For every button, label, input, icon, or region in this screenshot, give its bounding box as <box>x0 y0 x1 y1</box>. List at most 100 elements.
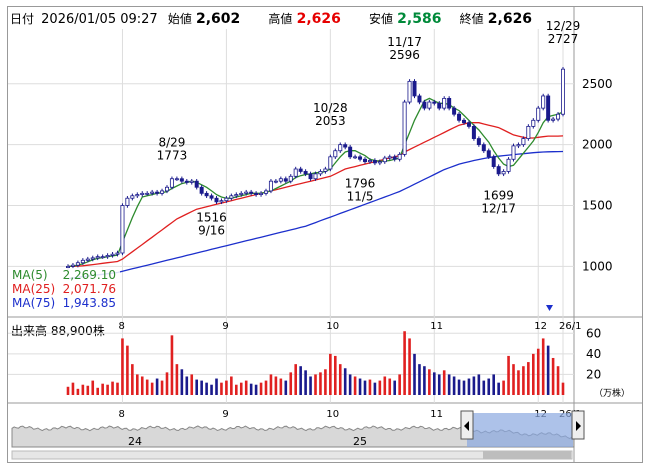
candle-body <box>219 200 224 203</box>
volume-bar <box>507 355 510 395</box>
candle-body <box>214 197 219 203</box>
volume-bar <box>190 374 194 395</box>
y-tick-label: 2000 <box>582 138 613 152</box>
candle-body <box>204 192 209 197</box>
annotation-value: 2596 <box>389 48 420 62</box>
candle-body <box>471 125 476 139</box>
volume-bar <box>348 374 352 395</box>
candle-body <box>145 192 150 195</box>
candle-body <box>80 259 85 264</box>
volume-bar <box>467 378 471 395</box>
candle-body <box>506 158 511 172</box>
candle-body <box>437 102 442 109</box>
candle-body <box>343 144 348 148</box>
candle-body <box>402 101 407 155</box>
candle-body <box>224 197 229 202</box>
candle-body <box>110 253 115 256</box>
volume-bar <box>195 379 198 395</box>
candle-body <box>546 95 551 121</box>
candle-body <box>407 80 412 103</box>
volume-bar <box>497 382 500 395</box>
candle-body <box>382 157 387 163</box>
candle-body <box>303 171 308 175</box>
x-tick-label: 11 <box>430 321 443 332</box>
candle-body <box>338 144 343 152</box>
volume-bar <box>185 376 189 395</box>
volume-bar <box>338 364 342 395</box>
volume-bar <box>393 380 396 395</box>
candle-body <box>209 195 214 199</box>
candle-body <box>551 118 556 121</box>
candle-body <box>353 156 358 159</box>
volume-x-tick-label: 11 <box>430 409 443 420</box>
candle-body <box>273 180 278 183</box>
volume-bar <box>235 384 238 395</box>
chart-frame: 日付 2026/01/05 09:27 始値 2,602 高値 2,626 安値… <box>7 6 643 463</box>
volume-bar <box>437 374 441 395</box>
candle-body <box>466 122 471 127</box>
volume-bar <box>205 382 208 395</box>
volume-bar <box>136 374 139 395</box>
candle-body <box>283 178 288 182</box>
candle-body <box>556 113 561 120</box>
x-tick-label: 8 <box>118 321 124 332</box>
candle-body <box>100 256 105 259</box>
x-tick-label: 26/1 <box>559 321 581 332</box>
candle-body <box>362 158 367 163</box>
volume-bar <box>274 376 278 395</box>
volume-bar <box>373 382 377 395</box>
candle-body <box>377 161 382 164</box>
volume-bar <box>294 364 297 395</box>
ma5-legend-label: MA(5) <box>12 268 48 282</box>
volume-bar <box>160 380 164 395</box>
volume-bar <box>264 380 268 395</box>
annotation-value: 2053 <box>315 114 346 128</box>
annotation-date: 11/17 <box>387 35 422 49</box>
volume-bar <box>304 370 307 395</box>
volume-bar <box>71 382 75 395</box>
candle-body <box>521 138 526 146</box>
volume-bar <box>145 379 149 395</box>
x-tick-label: 12 <box>534 321 547 332</box>
volume-bar <box>358 378 362 395</box>
candle-body <box>75 262 80 266</box>
volume-bar <box>215 378 218 395</box>
candle-body <box>387 156 392 159</box>
volume-bar <box>418 364 421 395</box>
candle-body <box>308 173 313 180</box>
candle-body <box>239 192 244 195</box>
volume-bar <box>522 366 525 395</box>
volume-bar <box>86 385 90 395</box>
volume-bar <box>423 366 426 395</box>
volume-bar <box>309 376 312 395</box>
x-tick-label: 9 <box>222 321 228 332</box>
candle-body <box>313 173 318 180</box>
candle-body <box>169 178 174 188</box>
y-tick-label: 1500 <box>582 199 613 213</box>
candle-body <box>95 256 100 259</box>
candle-body <box>358 156 363 160</box>
overview-label: 24 <box>128 435 142 448</box>
candle-body <box>412 80 417 97</box>
volume-bar <box>259 382 263 395</box>
volume-bar <box>155 378 159 395</box>
candle-body <box>531 119 536 127</box>
candle-body <box>263 190 268 194</box>
annotation-date: 12/17 <box>481 201 516 215</box>
candle-body <box>194 180 199 188</box>
volume-y-tick: 40 <box>586 347 601 361</box>
volume-bar <box>101 383 104 395</box>
volume-bar <box>244 380 248 395</box>
volume-bar <box>368 379 372 395</box>
volume-bar <box>239 382 243 395</box>
volume-bar <box>150 382 154 395</box>
ma75-legend-value: 1,943.85 <box>63 296 116 310</box>
candle-body <box>268 180 273 192</box>
ma25-legend-value: 2,071.76 <box>63 282 116 296</box>
volume-bar <box>254 384 258 395</box>
volume-bar <box>314 374 317 395</box>
volume-bar <box>225 380 228 395</box>
volume-bar <box>452 376 456 395</box>
volume-bar <box>551 357 555 395</box>
candle-body <box>561 68 566 115</box>
